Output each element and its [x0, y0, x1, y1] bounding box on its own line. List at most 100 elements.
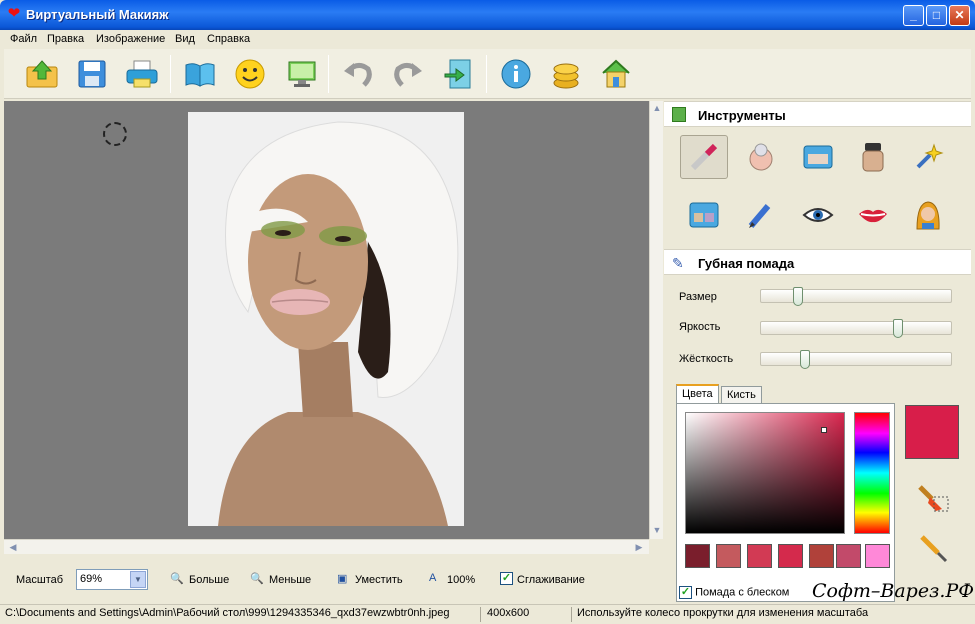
scale-label: Масштаб: [16, 574, 64, 586]
pipette-icon: ✎: [672, 255, 684, 271]
print-icon[interactable]: [124, 56, 160, 92]
menu-file[interactable]: Файл: [10, 33, 37, 45]
home-icon[interactable]: [598, 56, 634, 92]
redo-icon[interactable]: [390, 56, 426, 92]
toolbar: [4, 49, 971, 99]
export-icon[interactable]: [440, 56, 476, 92]
file-path: C:\Documents and Settings\Admin\Рабочий …: [5, 607, 450, 619]
lipstick-header: ✎ Губная помада: [664, 249, 971, 275]
actual-size-icon: A: [429, 572, 437, 584]
menu-image[interactable]: Изображение: [96, 33, 165, 45]
image-canvas[interactable]: [4, 101, 649, 539]
sparkle-tool[interactable]: [904, 135, 952, 179]
zoom-out-button[interactable]: Меньше: [269, 574, 311, 586]
foundation-tool[interactable]: [849, 135, 897, 179]
scroll-left-arrow[interactable]: ◀: [6, 540, 20, 554]
brightness-slider[interactable]: [760, 319, 952, 338]
title-bar: ❤ Виртуальный Макияж _ □ ✕: [0, 0, 975, 30]
eye-tool[interactable]: [794, 193, 842, 237]
size-slider-thumb[interactable]: [793, 287, 804, 306]
horizontal-scrollbar[interactable]: ◀ ▶: [4, 539, 649, 554]
minimize-button[interactable]: _: [903, 5, 924, 26]
color-swatch[interactable]: [809, 544, 834, 568]
gloss-checkbox[interactable]: ✓: [679, 586, 692, 599]
color-gradient-field[interactable]: [685, 412, 845, 534]
save-icon[interactable]: [74, 56, 110, 92]
lipstick-icon: [690, 143, 718, 171]
lips-tool[interactable]: [849, 193, 897, 237]
smiley-icon[interactable]: [232, 56, 268, 92]
brightness-label: Яркость: [679, 321, 721, 333]
lipstick-title: Губная помада: [698, 256, 795, 271]
window-title: Виртуальный Макияж: [26, 7, 169, 22]
color-swatch[interactable]: [716, 544, 741, 568]
tab-brush[interactable]: Кисть: [721, 386, 762, 404]
eyeshadow-tool[interactable]: [680, 193, 728, 237]
zoom-in-button[interactable]: Больше: [189, 574, 229, 586]
actual-size-button[interactable]: 100%: [447, 574, 475, 586]
menu-bar: Файл Правка Изображение Вид Справка: [0, 30, 975, 49]
color-swatch[interactable]: [836, 544, 861, 568]
hue-bar[interactable]: [854, 412, 890, 534]
menu-help[interactable]: Справка: [207, 33, 250, 45]
status-bar: C:\Documents and Settings\Admin\Рабочий …: [0, 604, 975, 624]
color-swatch[interactable]: [685, 544, 710, 568]
tab-colors[interactable]: Цвета: [676, 384, 719, 404]
powder-icon: [749, 143, 773, 171]
lips-icon: [859, 209, 887, 223]
coins-icon[interactable]: [548, 56, 584, 92]
undo-icon[interactable]: [340, 56, 376, 92]
color-swatch[interactable]: [865, 544, 890, 568]
status-hint: Используйте колесо прокрутки для изменен…: [577, 607, 869, 619]
portrait-photo[interactable]: [188, 112, 464, 526]
color-swatch[interactable]: [778, 544, 803, 568]
pencil-tool[interactable]: [737, 193, 785, 237]
smoothing-label: Сглаживание: [517, 574, 585, 586]
close-button[interactable]: ✕: [949, 5, 970, 26]
scroll-right-arrow[interactable]: ▶: [632, 540, 646, 554]
image-size: 400x600: [487, 607, 530, 619]
chevron-down-icon[interactable]: ▼: [130, 571, 146, 588]
hardness-label: Жёсткость: [679, 353, 734, 365]
gloss-row: ✓ Помада с блеском: [679, 586, 789, 599]
brightness-slider-thumb[interactable]: [892, 319, 903, 338]
watermark: Софт–Варез.РФ: [812, 580, 975, 602]
scale-value: 69%: [80, 573, 103, 585]
eyedropper-icon[interactable]: [916, 531, 950, 568]
maximize-button[interactable]: □: [926, 5, 947, 26]
hardness-slider-thumb[interactable]: [800, 350, 811, 369]
eyeshadow-icon: [689, 202, 719, 228]
vertical-scrollbar[interactable]: ▲ ▼: [649, 101, 663, 539]
monitor-icon[interactable]: [284, 56, 320, 92]
hair-tool[interactable]: [904, 193, 952, 237]
brush-cursor: [103, 122, 127, 146]
color-picker: ✓ Помада с блеском: [676, 403, 895, 602]
size-slider[interactable]: [760, 287, 952, 306]
smoothing-checkbox[interactable]: ✓: [500, 572, 513, 585]
menu-view[interactable]: Вид: [175, 33, 195, 45]
tools-header: Инструменты: [664, 101, 971, 127]
info-icon[interactable]: [498, 56, 534, 92]
pencil-icon: [748, 204, 771, 228]
color-swatch[interactable]: [747, 544, 772, 568]
open-folder-icon[interactable]: [24, 56, 60, 92]
gloss-label: Помада с блеском: [695, 586, 790, 599]
sparkle-icon: [916, 143, 944, 169]
hardness-slider[interactable]: [760, 350, 952, 369]
picture-icon: [672, 107, 686, 122]
compact-icon: [803, 145, 833, 169]
color-picker-handle[interactable]: [821, 427, 827, 433]
zoom-out-icon: 🔍: [250, 573, 264, 585]
fit-button[interactable]: Уместить: [355, 574, 403, 586]
compact-tool[interactable]: [794, 135, 842, 179]
scroll-down-arrow[interactable]: ▼: [650, 523, 664, 537]
powder-tool[interactable]: [737, 135, 785, 179]
size-label: Размер: [679, 291, 717, 303]
scroll-up-arrow[interactable]: ▲: [650, 101, 664, 115]
scale-select[interactable]: 69% ▼: [76, 569, 148, 590]
menu-edit[interactable]: Правка: [47, 33, 84, 45]
book-icon[interactable]: [182, 56, 218, 92]
fill-brush-icon[interactable]: [914, 479, 950, 518]
current-color-swatch[interactable]: [905, 405, 959, 459]
lipstick-tool[interactable]: [680, 135, 728, 179]
